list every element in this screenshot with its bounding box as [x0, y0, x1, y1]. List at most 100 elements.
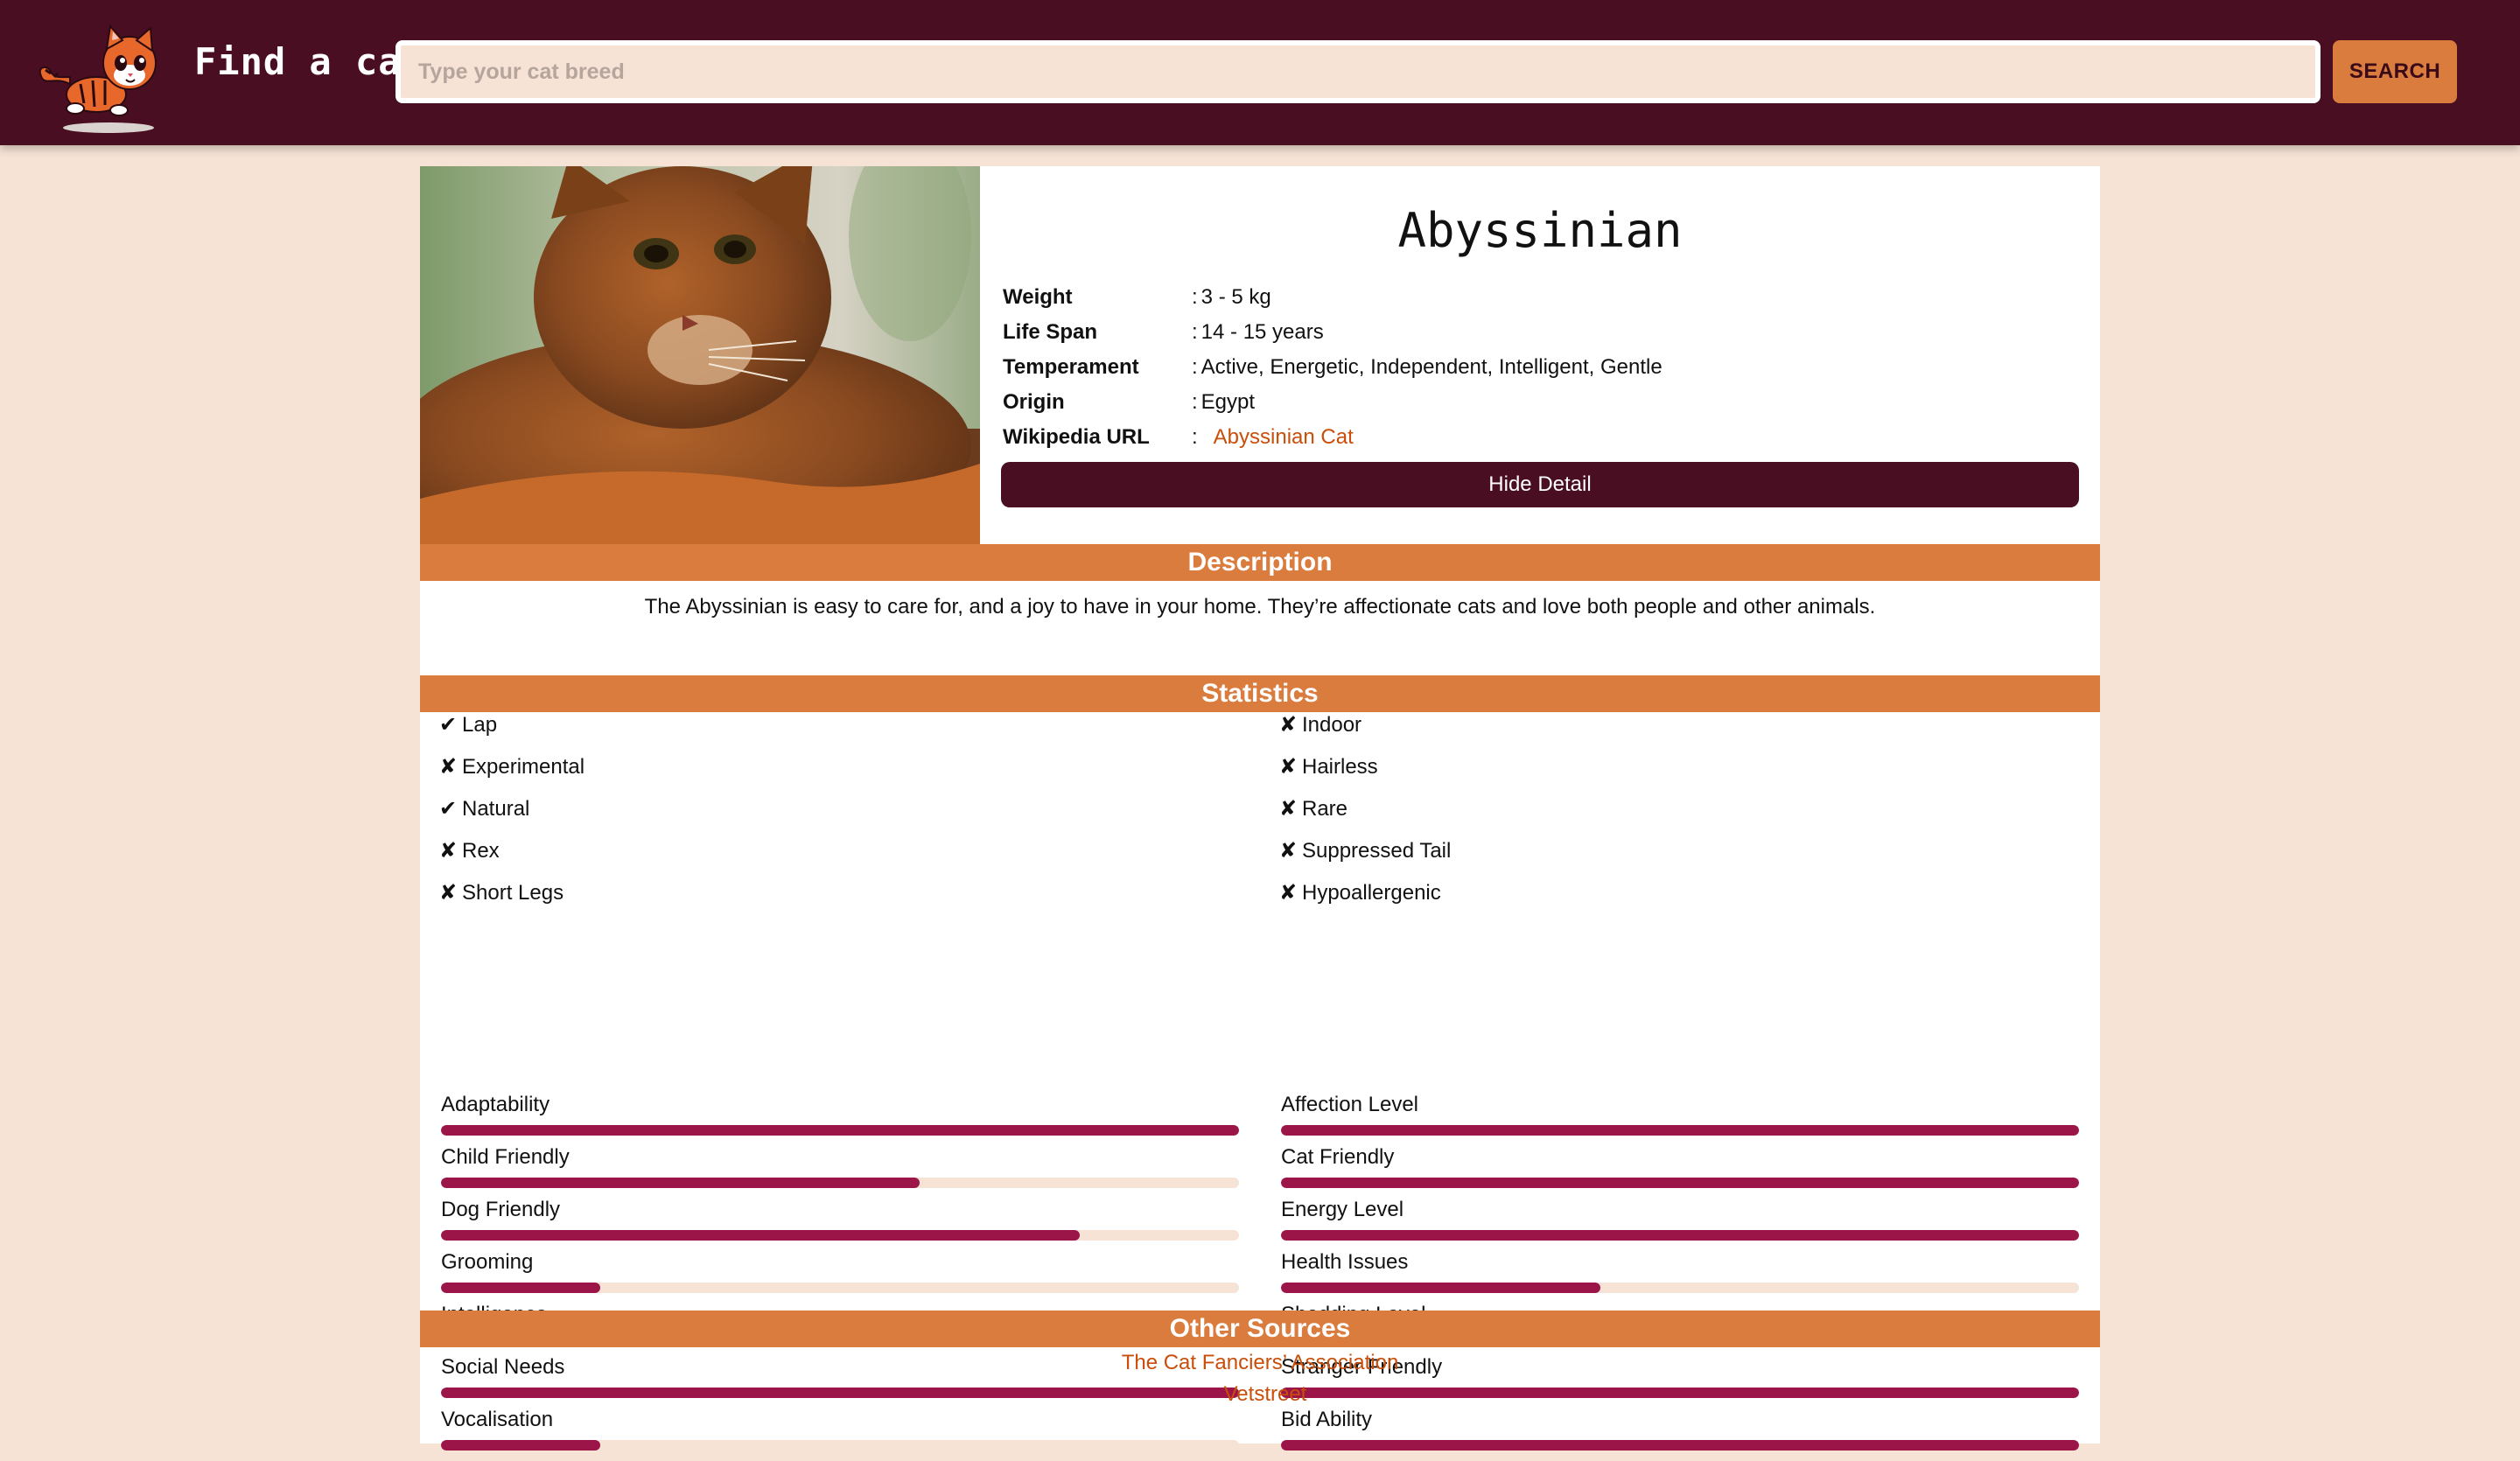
meter-vocalisation: Vocalisation	[441, 1409, 1239, 1461]
flag-item-short-legs: ✘ Short Legs	[439, 882, 1227, 924]
meter-fill	[441, 1125, 1239, 1136]
check-icon: ✔	[439, 797, 458, 821]
other-sources-list: The Cat Fanciers’ Association Vetstreet	[420, 1347, 2100, 1410]
cat-logo-icon[interactable]	[35, 23, 175, 135]
meter-bid-ability: Bid Ability	[1281, 1409, 2079, 1461]
meter-track	[441, 1440, 1239, 1451]
meter-grooming: Grooming	[441, 1251, 1239, 1304]
meter-track	[1281, 1283, 2079, 1293]
meter-fill	[441, 1283, 601, 1293]
meter-track	[1281, 1440, 2079, 1451]
cross-icon: ✘	[439, 881, 458, 905]
meter-track	[1281, 1178, 2079, 1188]
meter-label: Vocalisation	[441, 1408, 554, 1431]
flag-item-hypoallergenic: ✘ Hypoallergenic	[1279, 882, 2067, 924]
source-link-vetstreet[interactable]: Vetstreet	[430, 1379, 2100, 1410]
meter-label: Grooming	[441, 1250, 534, 1274]
meter-fill	[441, 1178, 920, 1188]
flag-item-lap: ✔ Lap	[439, 714, 1227, 756]
cross-icon: ✘	[1279, 713, 1298, 737]
info-value-container: : Egypt	[1192, 385, 1255, 420]
flag-item-rex: ✘ Rex	[439, 840, 1227, 882]
meter-label: Energy Level	[1281, 1198, 1404, 1221]
flag-label: Short Legs	[462, 881, 564, 905]
info-colon: :	[1192, 285, 1198, 309]
brand-title[interactable]: Find a cat	[194, 40, 424, 83]
flag-label: Rare	[1302, 797, 1348, 821]
info-value-container: : Active, Energetic, Independent, Intelli…	[1192, 350, 1662, 385]
meter-label: Child Friendly	[441, 1145, 570, 1169]
info-value: 14 - 15 years	[1200, 320, 1324, 344]
info-value: Egypt	[1200, 390, 1256, 414]
info-value: Active, Energetic, Independent, Intellig…	[1200, 355, 1662, 379]
search-input[interactable]	[396, 40, 2320, 103]
cross-icon: ✘	[1279, 755, 1298, 779]
info-colon: :	[1192, 425, 1198, 449]
meter-adaptability: Adaptability	[441, 1094, 1239, 1146]
cross-icon: ✘	[1279, 797, 1298, 821]
statistics-header: Statistics	[420, 675, 2100, 712]
flag-label: Lap	[462, 713, 498, 737]
meter-track	[441, 1125, 1239, 1136]
meter-fill	[441, 1230, 1080, 1241]
breed-photo	[420, 166, 980, 544]
info-value-container: :3 - 5 kg	[1192, 280, 1271, 315]
info-row-wikipedia: Wikipedia URL : Abyssinian Cat	[1003, 420, 2079, 455]
flag-item-hairless: ✘ Hairless	[1279, 756, 2067, 798]
meter-fill	[441, 1440, 601, 1451]
meter-label: Adaptability	[441, 1093, 550, 1116]
info-value-container: : Abyssinian Cat	[1192, 420, 1354, 455]
flag-list-right: ✘ Indoor ✘ Hairless ✘ Rare ✘ Suppressed Tail…	[1279, 714, 2067, 924]
flag-label: Hairless	[1302, 755, 1378, 779]
top-navigation-bar: Find a cat SEARCH	[0, 0, 2520, 145]
info-row-weight: Weight :3 - 5 kg	[1003, 280, 2079, 315]
info-key: Weight	[1003, 285, 1073, 309]
meter-track	[1281, 1125, 2079, 1136]
meter-fill	[1281, 1178, 2079, 1188]
info-row-life-span: Life Span :14 - 15 years	[1003, 315, 2079, 350]
info-key: Life Span	[1003, 320, 1098, 344]
meter-label: Health Issues	[1281, 1250, 1409, 1274]
search-button[interactable]: SEARCH	[2333, 40, 2457, 103]
meter-label: Dog Friendly	[441, 1198, 561, 1221]
cross-icon: ✘	[1279, 839, 1298, 863]
flag-item-experimental: ✘ Experimental	[439, 756, 1227, 798]
meter-health-issues: Health Issues	[1281, 1251, 2079, 1304]
meter-label: Cat Friendly	[1281, 1145, 1395, 1169]
flag-item-suppressed-tail: ✘ Suppressed Tail	[1279, 840, 2067, 882]
hide-detail-button[interactable]: Hide Detail	[1001, 462, 2079, 507]
flag-item-rare: ✘ Rare	[1279, 798, 2067, 840]
flag-label: Hypoallergenic	[1302, 881, 1441, 905]
check-icon: ✔	[439, 713, 458, 737]
info-key: Wikipedia URL	[1003, 425, 1150, 449]
flag-label: Rex	[462, 839, 500, 863]
info-key: Temperament	[1003, 355, 1139, 379]
meter-affection-level: Affection Level	[1281, 1094, 2079, 1146]
meter-fill	[1281, 1440, 2079, 1451]
breed-name: Abyssinian	[1397, 203, 1683, 258]
meter-fill	[1281, 1230, 2079, 1241]
flag-label: Natural	[462, 797, 530, 821]
cross-icon: ✘	[439, 755, 458, 779]
cross-icon: ✘	[1279, 881, 1298, 905]
source-link-cfa[interactable]: The Cat Fanciers’ Association	[420, 1347, 2100, 1379]
flag-label: Suppressed Tail	[1302, 839, 1452, 863]
info-row-temperament: Temperament : Active, Energetic, Independ…	[1003, 350, 2079, 385]
info-value: 3 - 5 kg	[1200, 285, 1271, 309]
description-header: Description	[420, 544, 2100, 581]
meter-track	[441, 1283, 1239, 1293]
flag-label: Indoor	[1302, 713, 1362, 737]
meter-energy-level: Energy Level	[1281, 1199, 2079, 1251]
wikipedia-link[interactable]: Abyssinian Cat	[1214, 425, 1354, 449]
flag-label: Experimental	[462, 755, 585, 779]
meter-label: Bid Ability	[1281, 1408, 1373, 1431]
flag-list-left: ✔ Lap ✘ Experimental ✔ Natural ✘ Rex ✘ Short …	[439, 714, 1227, 924]
info-value-container: :14 - 15 years	[1192, 315, 1324, 350]
info-colon: :	[1192, 355, 1198, 379]
info-row-origin: Origin : Egypt	[1003, 385, 2079, 420]
description-text: The Abyssinian is easy to care for, and …	[644, 595, 1876, 619]
other-sources-header: Other Sources	[420, 1311, 2100, 1347]
meter-label: Affection Level	[1281, 1093, 1418, 1116]
meter-track	[441, 1178, 1239, 1188]
cross-icon: ✘	[439, 839, 458, 863]
